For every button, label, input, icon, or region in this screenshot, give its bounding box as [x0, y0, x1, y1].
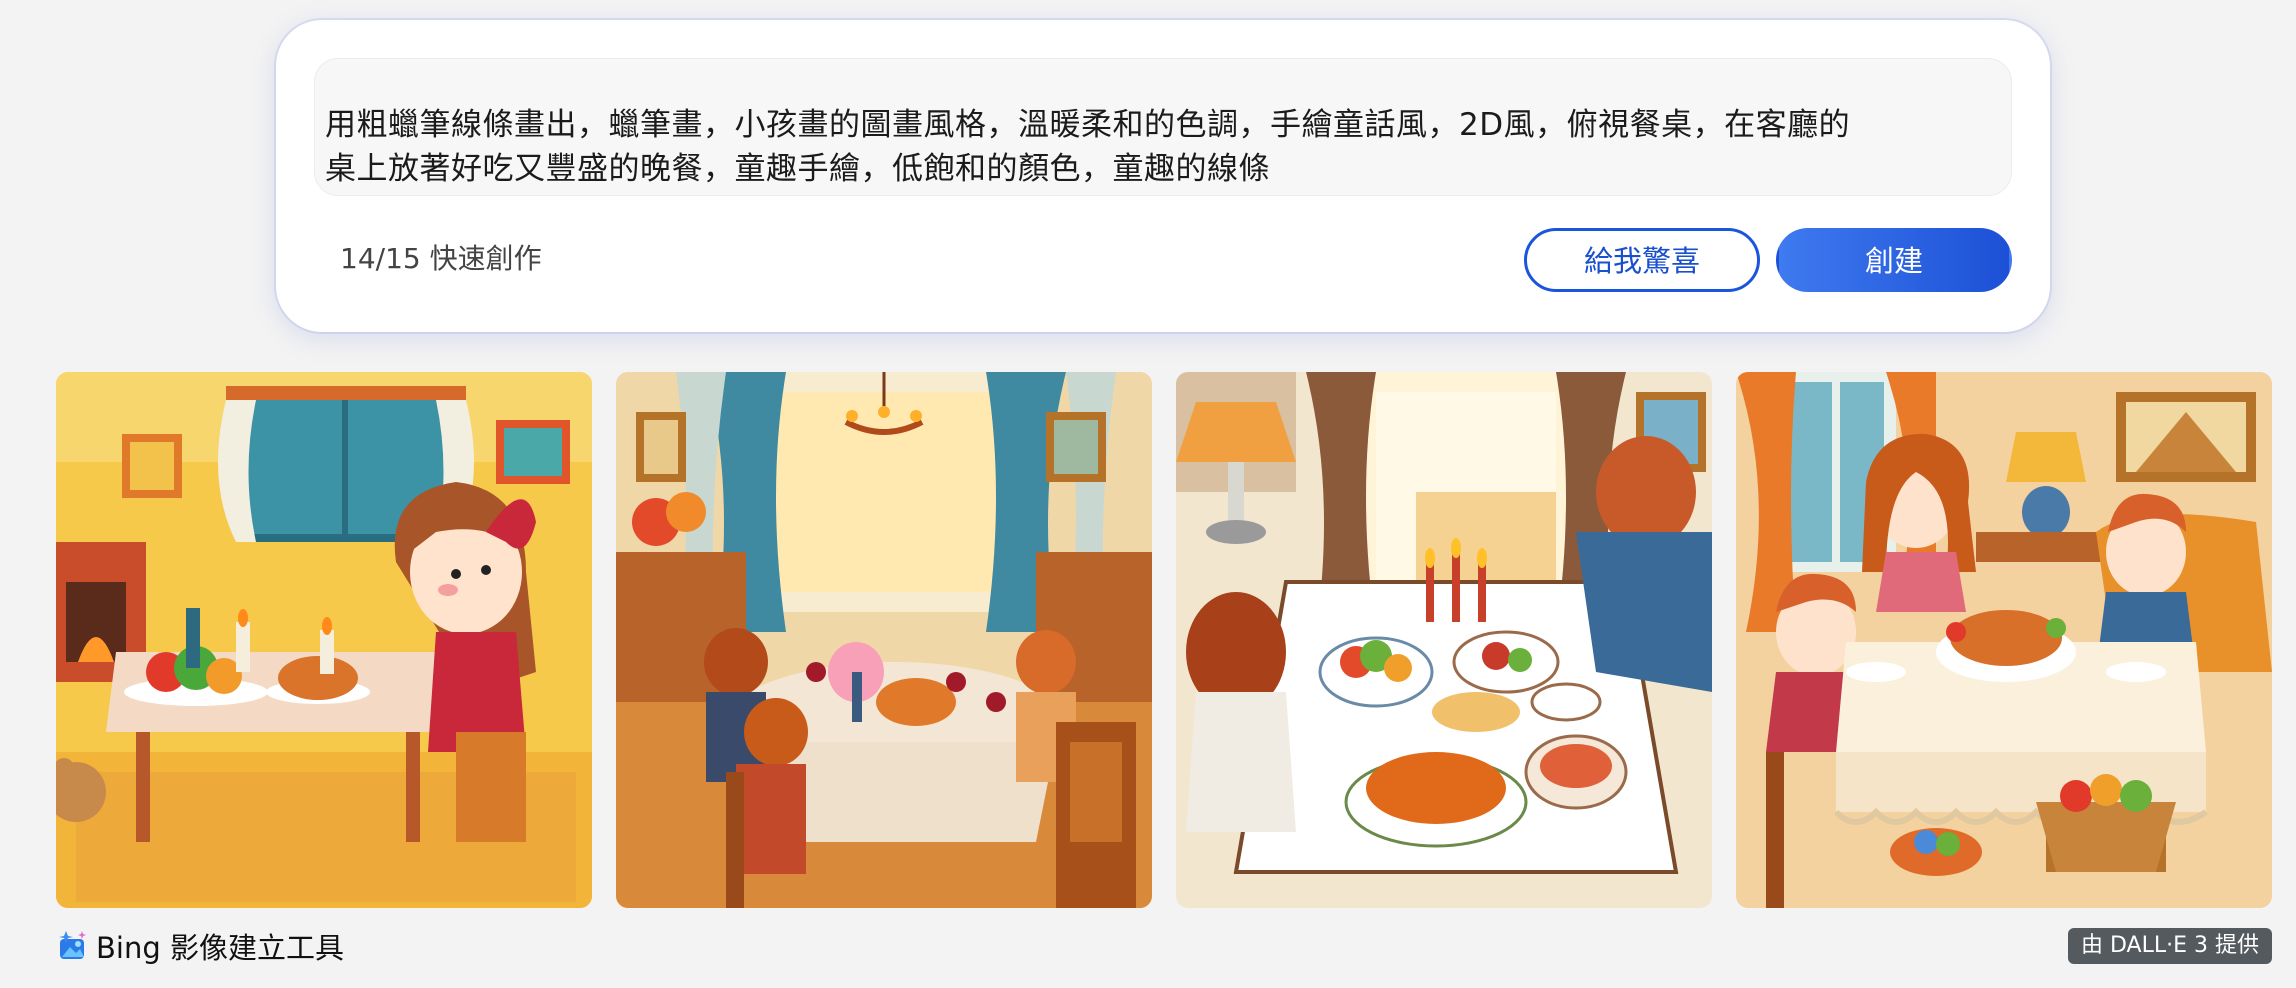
create-button[interactable]: 創建: [1776, 228, 2012, 292]
prompt-input[interactable]: 用粗蠟筆線條畫出，蠟筆畫，小孩畫的圖畫風格，溫暖柔和的色調，手繪童話風，2D風，…: [314, 58, 2012, 196]
brand-label: Bing 影像建立工具: [96, 931, 344, 965]
powered-by-label: 由 DALL·E 3 提供: [2081, 933, 2259, 958]
prompt-text[interactable]: 用粗蠟筆線條畫出，蠟筆畫，小孩畫的圖畫風格，溫暖柔和的色調，手繪童話風，2D風，…: [315, 103, 1875, 191]
image-1-illustration: [56, 372, 592, 908]
image-results-grid: [0, 372, 2296, 908]
generated-image-1[interactable]: [56, 372, 592, 908]
generated-image-2[interactable]: [616, 372, 1152, 908]
bing-image-creator-brand[interactable]: Bing 影像建立工具: [56, 926, 344, 966]
generated-image-3[interactable]: [1176, 372, 1712, 908]
boost-counter: 14/15 快速創作: [340, 242, 542, 275]
image-2-illustration: [616, 372, 1152, 908]
surprise-me-button[interactable]: 給我驚喜: [1524, 228, 1760, 292]
image-4-illustration: [1736, 372, 2272, 908]
image-3-illustration: [1176, 372, 1712, 908]
image-creator-icon: [59, 931, 86, 959]
image-creator-page: 用粗蠟筆線條畫出，蠟筆畫，小孩畫的圖畫風格，溫暖柔和的色調，手繪童話風，2D風，…: [0, 0, 2296, 988]
prompt-card: 用粗蠟筆線條畫出，蠟筆畫，小孩畫的圖畫風格，溫暖柔和的色調，手繪童話風，2D風，…: [276, 20, 2050, 332]
powered-by-badge: 由 DALL·E 3 提供: [2068, 928, 2272, 964]
generated-image-4[interactable]: [1736, 372, 2272, 908]
